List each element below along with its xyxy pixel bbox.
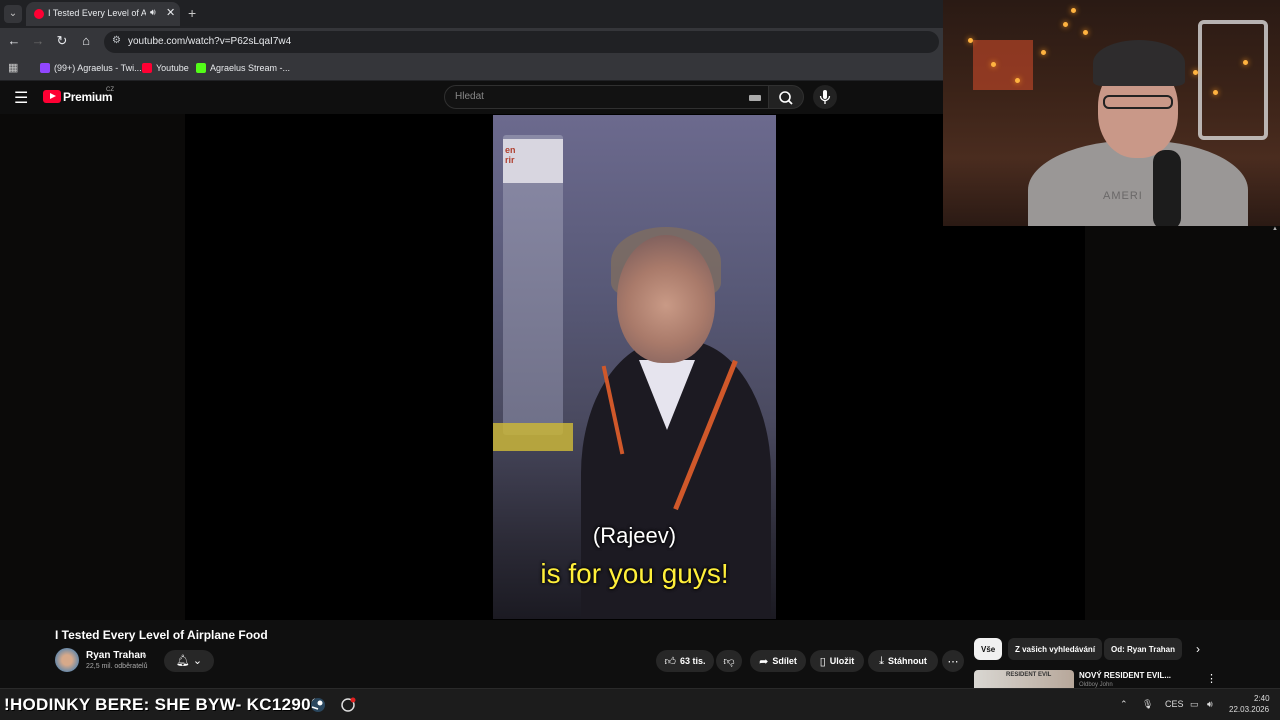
- clock-date[interactable]: 22.03.2026: [1229, 705, 1269, 714]
- cabin-sign: en rir: [503, 139, 563, 183]
- attendant-face: [617, 235, 715, 363]
- caption-line-2: is for you guys!: [540, 558, 729, 589]
- network-icon[interactable]: ▭: [1190, 699, 1199, 710]
- bookmark-twitch[interactable]: (99+) Agraelus - Twi...: [40, 60, 142, 76]
- hamburger-menu-icon[interactable]: ☰: [14, 88, 28, 108]
- cabin-door: en rir: [503, 135, 563, 435]
- search-icon: [779, 91, 793, 105]
- language-indicator[interactable]: CES: [1165, 699, 1184, 709]
- video-title: I Tested Every Level of Airplane Food: [55, 628, 268, 642]
- site-info-icon[interactable]: ⚙: [112, 35, 121, 46]
- streamer-microphone: [1153, 150, 1181, 226]
- keyboard-icon[interactable]: [749, 95, 761, 101]
- webcam-chair: [1198, 20, 1268, 140]
- streamer-cap: [1093, 40, 1185, 86]
- tray-expand-icon[interactable]: ⌃: [1120, 699, 1128, 710]
- save-button[interactable]: ▯ Uložit: [810, 650, 864, 672]
- apps-grid-icon[interactable]: ▦: [8, 61, 18, 74]
- share-label: Sdílet: [772, 656, 797, 666]
- dislike-button[interactable]: 👎︎: [716, 650, 742, 672]
- volume-icon[interactable]: 🔊︎: [1207, 699, 1213, 710]
- bookmark-label: Youtube: [156, 63, 189, 73]
- steam-icon[interactable]: [310, 697, 326, 713]
- home-icon[interactable]: ⌂: [78, 33, 94, 48]
- chevron-right-icon[interactable]: ›: [1196, 642, 1200, 656]
- kick-icon: [196, 63, 206, 73]
- reload-icon[interactable]: ↻: [54, 33, 70, 49]
- notification-bell-button[interactable]: 🔔︎ ⌄: [164, 650, 214, 672]
- youtube-icon: [142, 63, 152, 73]
- thumbnail-text: RESIDENT EVIL: [1006, 672, 1052, 678]
- bookmark-label: Agraelus Stream -...: [210, 63, 291, 73]
- search-button[interactable]: [768, 85, 804, 109]
- recommendation-title[interactable]: NOVÝ RESIDENT EVIL...: [1079, 671, 1171, 680]
- browser-tab-strip: ⌄ I Tested Every Level of Airplane Food …: [0, 0, 943, 28]
- streamer-webcam: AMERI: [943, 0, 1280, 226]
- app-icon[interactable]: [340, 697, 356, 713]
- download-label: Stáhnout: [887, 656, 927, 666]
- close-tab-icon[interactable]: ✕: [166, 6, 175, 19]
- back-arrow-icon[interactable]: ←: [6, 33, 22, 48]
- more-horizontal-icon: ⋯: [947, 655, 959, 668]
- recommendation-thumbnail[interactable]: RESIDENT EVIL: [974, 670, 1074, 688]
- speaker-icon[interactable]: 🔊︎: [150, 7, 156, 18]
- warning-strip: [493, 423, 573, 451]
- share-arrow-icon: ➦: [759, 655, 769, 668]
- webcam-poster: [973, 40, 1033, 90]
- share-button[interactable]: ➦ Sdílet: [750, 650, 806, 672]
- thumbs-up-icon: 👍︎: [664, 655, 676, 668]
- search-placeholder: Hledat: [455, 91, 484, 102]
- download-button[interactable]: ⤓ Stáhnout: [868, 650, 938, 672]
- address-bar[interactable]: ⚙ youtube.com/watch?v=P62sLqaI7w4: [104, 31, 939, 53]
- more-actions-button[interactable]: ⋯: [942, 650, 964, 672]
- country-code: CZ: [106, 87, 114, 93]
- save-label: Uložit: [829, 656, 855, 666]
- new-tab-button[interactable]: +: [188, 5, 196, 21]
- like-button[interactable]: 👍︎ 63 tis.: [656, 650, 714, 672]
- bookmarks-bar: ▦ (99+) Agraelus - Twi... Youtube Agrael…: [0, 55, 943, 81]
- subscriber-count: 22,5 mil. odběratelů: [86, 663, 148, 670]
- download-icon: ⤓: [879, 654, 884, 667]
- tray-microphone-icon[interactable]: 🎙︎: [1142, 699, 1153, 710]
- youtube-header: ☰ Premium CZ Hledat: [0, 81, 943, 114]
- attendant-scarf: [639, 360, 695, 430]
- streamer-glasses: [1103, 95, 1173, 109]
- tab-title: I Tested Every Level of Airplane Food: [48, 8, 146, 18]
- bookmark-label: (99+) Agraelus - Twi...: [54, 63, 142, 73]
- youtube-brand-text[interactable]: Premium: [63, 90, 113, 104]
- shirt-text: AMERI: [1103, 190, 1143, 202]
- bookmark-icon: ▯: [819, 655, 826, 668]
- voice-search-button[interactable]: [813, 85, 837, 109]
- browser-toolbar: ← → ↻ ⌂ ⚙ youtube.com/watch?v=P62sLqaI7w…: [0, 28, 943, 55]
- verified-icon: ●: [142, 651, 147, 660]
- youtube-logo-icon[interactable]: [43, 90, 61, 103]
- video-frame[interactable]: en rir (Rajeev) is for you guys!: [493, 115, 776, 619]
- channel-name[interactable]: Ryan Trahan: [86, 650, 146, 661]
- url-text[interactable]: youtube.com/watch?v=P62sLqaI7w4: [128, 36, 291, 47]
- forward-arrow-icon[interactable]: →: [30, 33, 46, 48]
- caption-line-1: (Rajeev): [592, 523, 677, 548]
- tab-search-button[interactable]: ⌄: [4, 5, 22, 23]
- windows-taskbar: !HODINKY BERE: SHE BYW- KC12900 ⌃ 🎙︎ CES…: [0, 688, 1280, 720]
- thumbs-down-icon: 👎︎: [723, 655, 735, 668]
- youtube-favicon-icon: [34, 9, 44, 19]
- cabin-sign-text: en rir: [505, 145, 516, 165]
- more-vertical-icon[interactable]: ⋮: [1206, 672, 1217, 685]
- chip-all[interactable]: Vše: [974, 638, 1003, 660]
- chip-from-channel[interactable]: Od: Ryan Trahan: [1104, 638, 1183, 660]
- browser-tab-active[interactable]: I Tested Every Level of Airplane Food 🔊︎…: [26, 2, 180, 26]
- search-input[interactable]: Hledat: [444, 85, 769, 109]
- twitch-icon: [40, 63, 50, 73]
- chip-from-searches[interactable]: Z vašich vyhledávání: [1008, 638, 1103, 660]
- scrollbar-arrow-icon[interactable]: ▲: [1272, 226, 1278, 232]
- channel-avatar[interactable]: [55, 648, 79, 672]
- bookmark-youtube[interactable]: Youtube: [142, 60, 189, 76]
- microphone-icon: [819, 90, 831, 104]
- stream-ticker-text: !HODINKY BERE: SHE BYW- KC12900: [4, 695, 321, 714]
- clock-time[interactable]: 2:40: [1254, 694, 1270, 703]
- video-info-section: I Tested Every Level of Airplane Food Ry…: [0, 620, 1280, 688]
- bookmark-kick[interactable]: Agraelus Stream -...: [196, 60, 290, 76]
- like-count: 63 tis.: [679, 656, 706, 666]
